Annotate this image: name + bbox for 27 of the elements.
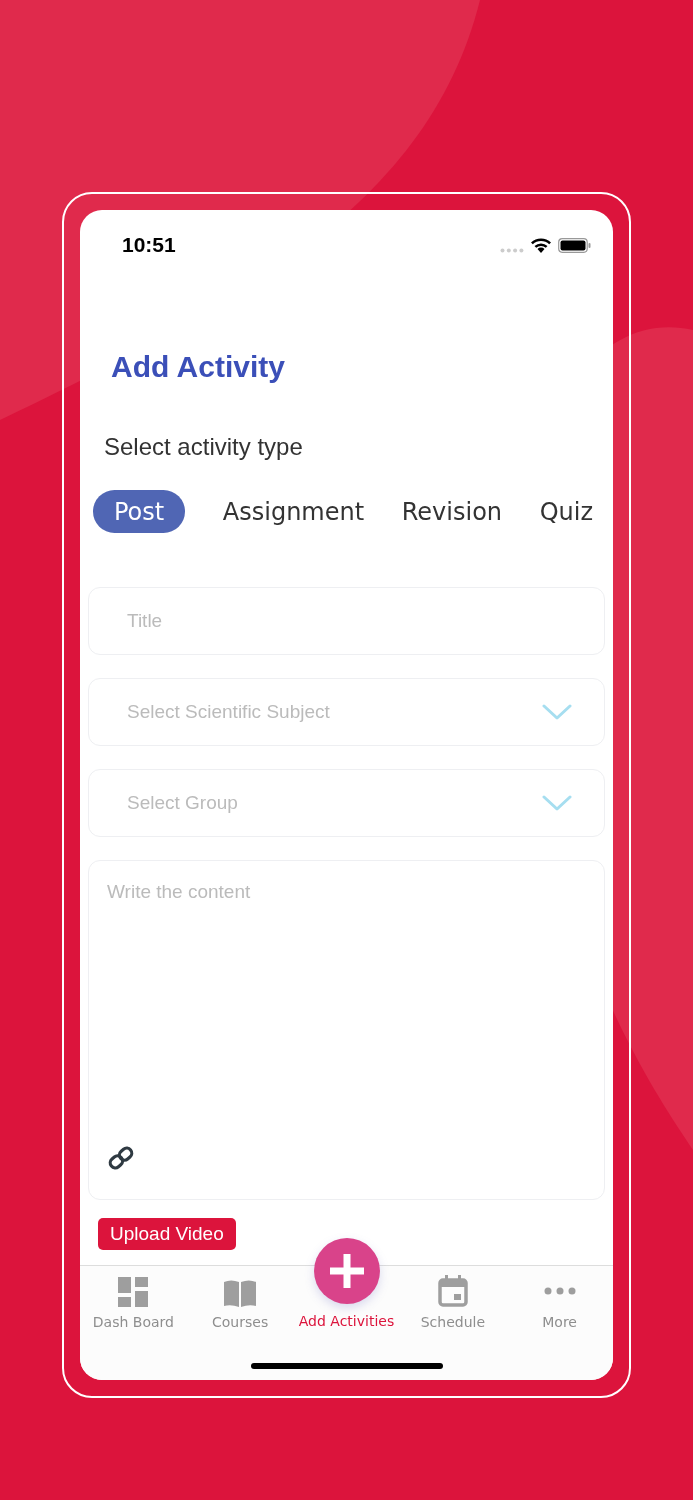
nav-tab[interactable]: Courses — [186, 1266, 294, 1330]
link-icon[interactable] — [107, 1145, 135, 1171]
title-field[interactable]: Title — [88, 587, 605, 655]
page-title: Add Activity — [111, 350, 286, 384]
activity-type-tab[interactable]: Revision — [401, 490, 503, 533]
activity-type-tab[interactable]: Post — [93, 490, 186, 533]
nav-tab[interactable]: Add Activities — [293, 1313, 400, 1329]
more-icon — [543, 1287, 576, 1295]
battery-icon — [558, 237, 591, 253]
wifi-icon — [530, 237, 552, 253]
signal-icon — [500, 247, 524, 253]
upload-video-button[interactable]: Upload Video — [98, 1218, 236, 1250]
calendar-icon — [437, 1275, 468, 1307]
activity-type-tab[interactable]: Assignment — [222, 490, 365, 533]
add-button[interactable] — [313, 1238, 380, 1304]
content-box[interactable]: Write the content — [88, 860, 605, 1200]
chevron-down-icon — [542, 704, 572, 720]
nav-tab[interactable]: Schedule — [399, 1266, 507, 1330]
section-label: Select activity type — [104, 432, 304, 462]
nav-tab[interactable]: Dash Board — [80, 1266, 187, 1330]
dashboard-icon — [118, 1277, 149, 1307]
status-time: 10:51 — [122, 233, 176, 257]
activity-type-tab[interactable]: Quiz — [539, 490, 593, 533]
chevron-down-icon — [542, 795, 572, 811]
plus-icon — [329, 1254, 364, 1288]
book-icon — [223, 1279, 258, 1307]
nav-tab[interactable]: More — [506, 1266, 613, 1330]
